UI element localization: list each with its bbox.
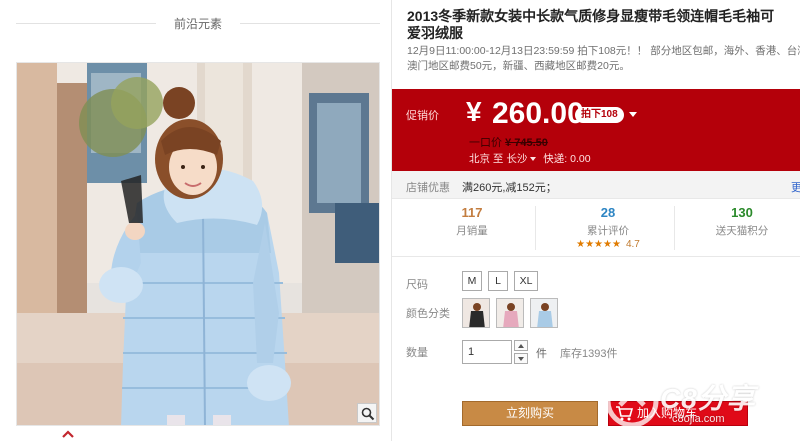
price-panel: 促销价 ¥ 260.00 拍下108 一口价 ¥ 745.50 北京 至 长沙 … (392, 89, 800, 171)
buy-now-button[interactable]: 立刻购买 (462, 401, 598, 426)
swatch-black-image (463, 299, 489, 327)
promo-price-label: 促销价 (406, 110, 439, 122)
product-title: 2013冬季新款女装中长款气质修身显瘦带毛领连帽毛毛袖可 爱羽绒服 (407, 8, 800, 42)
stat-label: 送天猫积分 (715, 225, 769, 237)
rating-value: 4.7 (625, 239, 640, 250)
quantity-input[interactable]: 1 (462, 340, 512, 364)
color-swatch-light-blue[interactable] (530, 298, 558, 328)
store-discount-value: 满260元,减152元； (462, 182, 557, 194)
color-label: 颜色分类 (406, 308, 450, 320)
add-to-cart-label: 加入购物车 (637, 406, 698, 420)
quantity-row: 数量 1 件 库存1393件 (392, 340, 800, 366)
arrow-down-icon (518, 357, 524, 361)
magnifier-icon (361, 407, 375, 421)
sales-stats: 117 月销量 28 累计评价 ★★★★★ 4.7 130 送天猫积分 (392, 199, 800, 257)
original-price: 一口价 ¥ 745.50 (469, 134, 548, 150)
stat-reviews[interactable]: 28 累计评价 ★★★★★ 4.7 (548, 205, 668, 250)
add-to-cart-button[interactable]: 加入购物车 (608, 401, 748, 426)
store-discount-label: 店铺优惠 (406, 182, 450, 194)
promo-line-2: 澳门地区邮费50元，新疆、西藏地区邮费20元。 (407, 60, 630, 72)
quantity-unit: 件 (536, 348, 547, 360)
header-divider-right (240, 23, 380, 24)
stat-monthly-sales: 117 月销量 (412, 205, 532, 238)
chevron-down-icon[interactable] (629, 112, 637, 117)
product-title-line-2: 爱羽绒服 (407, 25, 463, 41)
ship-to-word: 至 (492, 153, 504, 165)
size-options: 尺码 M L XL (392, 271, 800, 293)
quantity-decrease-button[interactable] (514, 353, 528, 364)
size-option-m[interactable]: M (462, 271, 482, 291)
original-price-value: ¥ 745.50 (505, 137, 548, 149)
size-option-l[interactable]: L (488, 271, 508, 291)
price-badge[interactable]: 拍下108 (575, 107, 624, 123)
size-label: 尺码 (406, 279, 428, 291)
swatch-light-blue-image (531, 299, 557, 327)
promo-description: 12月9日11:00:00-12月13日23:59:59 拍下108元！！ 部分… (407, 44, 800, 74)
swatch-pink-image (497, 299, 523, 327)
size-option-xl[interactable]: XL (514, 271, 538, 291)
stock-count: 库存1393件 (560, 348, 618, 360)
stat-value: 130 (731, 205, 753, 220)
color-swatch-black[interactable] (462, 298, 490, 328)
color-options: 颜色分类 (392, 298, 800, 334)
rating-stars: ★★★★★ 4.7 (548, 239, 668, 250)
stat-value: 28 (600, 205, 616, 220)
ship-from: 北京 (469, 153, 490, 165)
stat-label: 月销量 (456, 225, 488, 237)
stat-label: 累计评价 (587, 225, 629, 237)
stat-value: 117 (461, 205, 483, 220)
promo-price-value: 260.00 (492, 97, 584, 130)
caret-up-icon[interactable] (62, 429, 74, 439)
color-swatch-pink[interactable] (496, 298, 524, 328)
zoom-button[interactable] (357, 403, 377, 423)
promo-line-1: 12月9日11:00:00-12月13日23:59:59 拍下108元！！ 部分… (407, 45, 800, 57)
stat-tmall-points: 130 送天猫积分 (682, 205, 800, 238)
chevron-down-icon[interactable] (530, 156, 537, 161)
main-product-image[interactable] (16, 62, 380, 426)
cart-icon (616, 406, 633, 421)
ship-method: 快递: 0.00 (543, 153, 591, 165)
product-gallery: 前沿元素 (0, 0, 392, 441)
store-discount-more-link[interactable]: 更 (791, 179, 800, 195)
currency-symbol: ¥ (466, 96, 482, 127)
quantity-increase-button[interactable] (514, 340, 528, 351)
gallery-header: 前沿元素 (16, 10, 380, 36)
arrow-up-icon (518, 344, 524, 348)
quantity-label: 数量 (406, 347, 428, 359)
star-icons: ★★★★★ (576, 239, 621, 250)
product-title-line-1: 2013冬季新款女装中长款气质修身显瘦带毛领连帽毛毛袖可 (407, 8, 775, 24)
product-photo-illustration (17, 63, 379, 425)
stat-divider (535, 206, 536, 250)
ship-to-select[interactable]: 长沙 (506, 153, 527, 165)
product-info-panel: 2013冬季新款女装中长款气质修身显瘦带毛领连帽毛毛袖可 爱羽绒服 12月9日1… (391, 0, 800, 441)
stat-divider (674, 206, 675, 250)
original-price-label: 一口价 (469, 137, 502, 149)
store-discount-row: 店铺优惠 满260元,减152元； 更 (392, 171, 800, 199)
shipping-info: 北京 至 长沙 快递: 0.00 (469, 151, 591, 166)
